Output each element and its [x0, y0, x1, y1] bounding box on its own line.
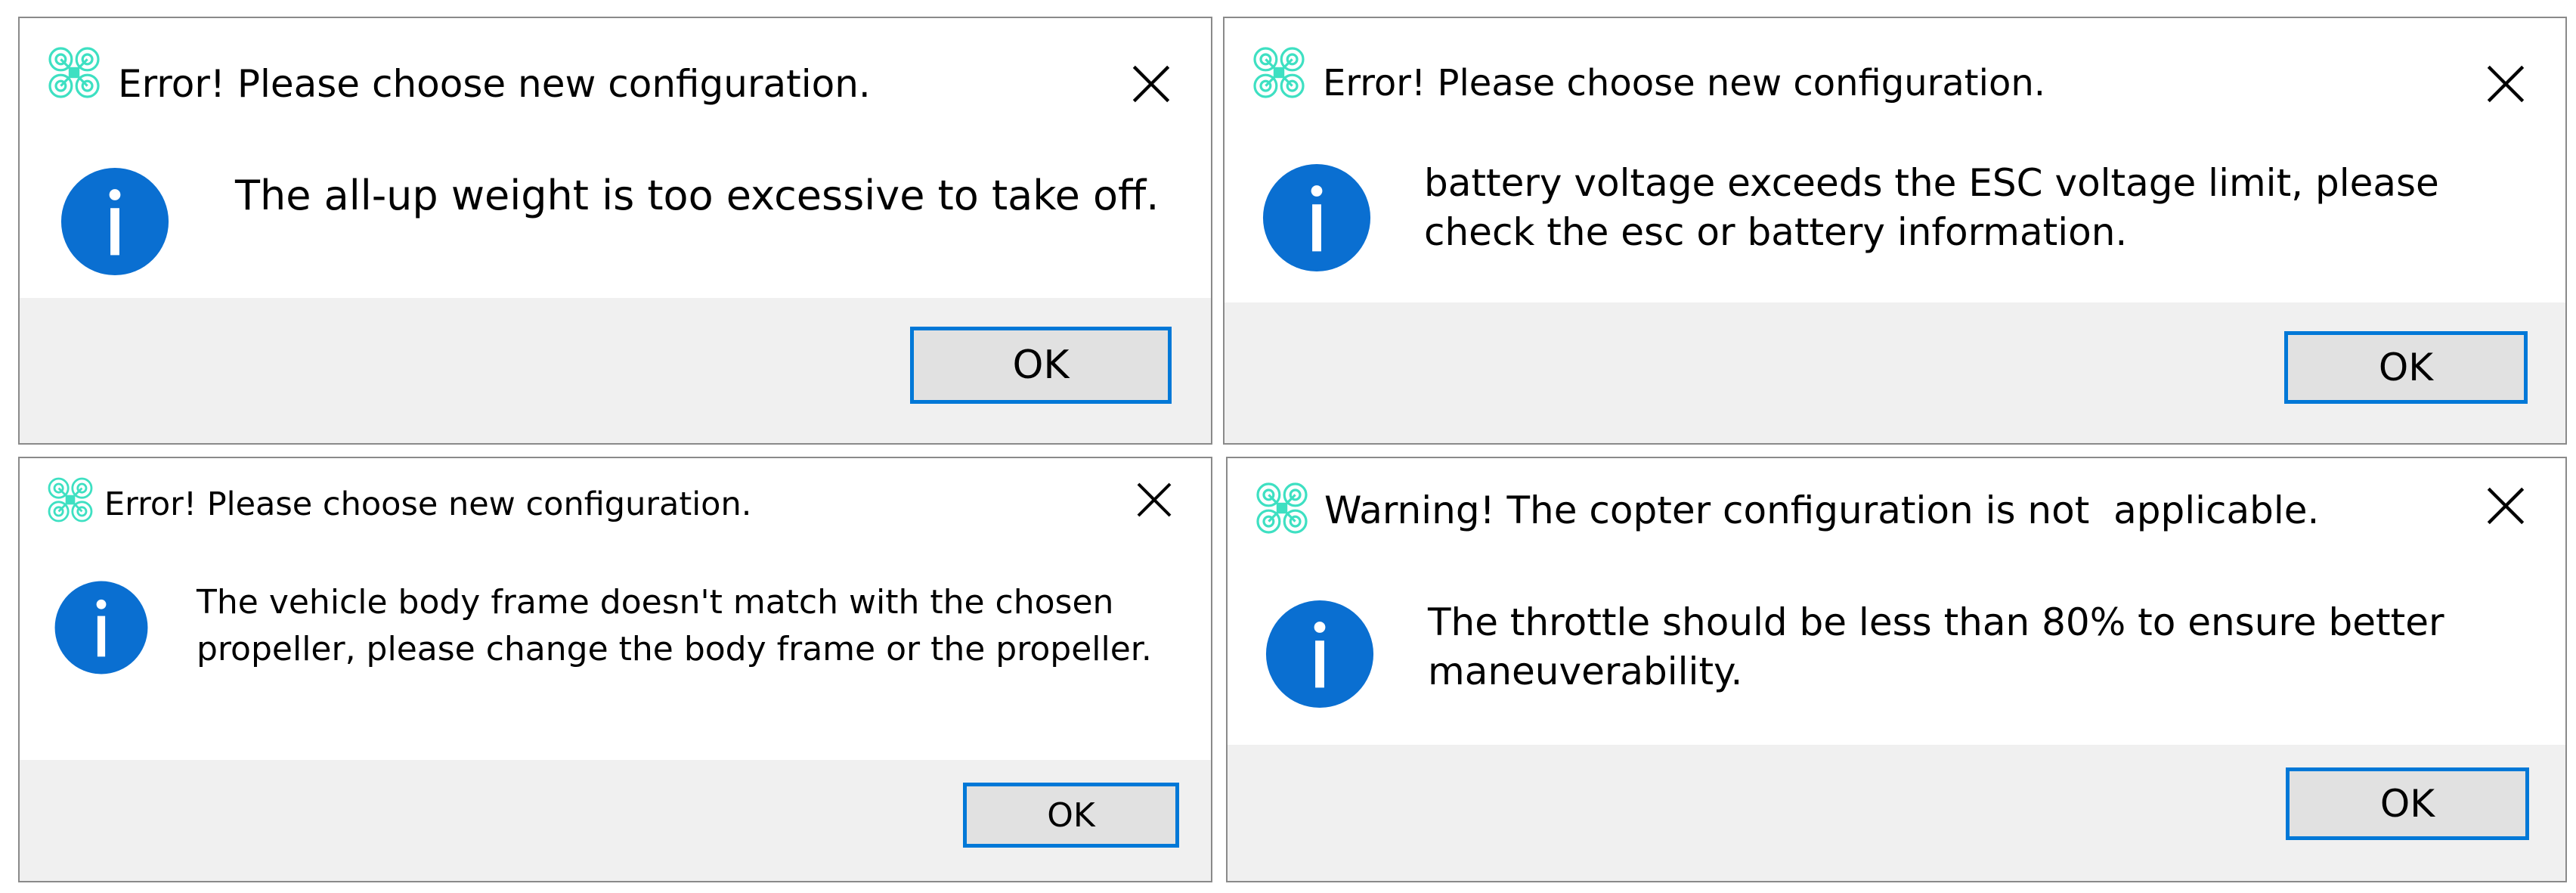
dialog-footer: OK [20, 298, 1211, 443]
dialog-message: battery voltage exceeds the ESC voltage … [1424, 161, 2439, 254]
close-icon[interactable] [2485, 64, 2526, 104]
dialog-title: Warning! The copter configuration is not… [1324, 488, 2320, 532]
dialog-titlebar: Error! Please choose new configuration. [1225, 18, 2565, 109]
dialog-footer: OK [1225, 302, 2565, 443]
dialog-titlebar: Error! Please choose new configuration. [20, 18, 1211, 109]
ok-button[interactable]: OK [963, 783, 1179, 848]
info-icon [1264, 598, 1376, 710]
ok-button[interactable]: OK [2284, 331, 2528, 404]
drone-app-icon [44, 42, 104, 103]
dialog-message: The throttle should be less than 80% to … [1428, 600, 2444, 693]
info-icon [1261, 162, 1373, 274]
ok-button[interactable]: OK [2286, 767, 2529, 840]
dialog-titlebar: Warning! The copter configuration is not… [1228, 458, 2565, 549]
error-dialog-frame: Error! Please choose new configuration. … [18, 457, 1212, 882]
info-icon [53, 579, 150, 676]
close-icon[interactable] [2485, 485, 2526, 526]
error-dialog-weight: Error! Please choose new configuration. … [18, 17, 1212, 445]
dialog-titlebar: Error! Please choose new configuration. [20, 458, 1211, 549]
dialog-title: Error! Please choose new configuration. [104, 485, 752, 523]
warning-dialog-throttle: Warning! The copter configuration is not… [1226, 457, 2567, 882]
drone-app-icon [1249, 42, 1309, 103]
dialog-footer: OK [20, 760, 1211, 881]
dialog-title: Error! Please choose new configuration. [1323, 62, 2045, 104]
close-icon[interactable] [1135, 481, 1173, 519]
dialog-message: The vehicle body frame doesn't match wit… [197, 583, 1152, 668]
drone-app-icon [1252, 478, 1312, 538]
ok-button[interactable]: OK [910, 327, 1172, 404]
dialog-title: Error! Please choose new configuration. [118, 62, 871, 106]
dialog-footer: OK [1228, 745, 2565, 881]
error-dialog-voltage: Error! Please choose new configuration. … [1223, 17, 2567, 445]
dialog-message: The all-up weight is too excessive to ta… [235, 172, 1160, 219]
drone-app-icon [44, 473, 97, 526]
close-icon[interactable] [1131, 64, 1172, 104]
info-icon [59, 166, 171, 278]
